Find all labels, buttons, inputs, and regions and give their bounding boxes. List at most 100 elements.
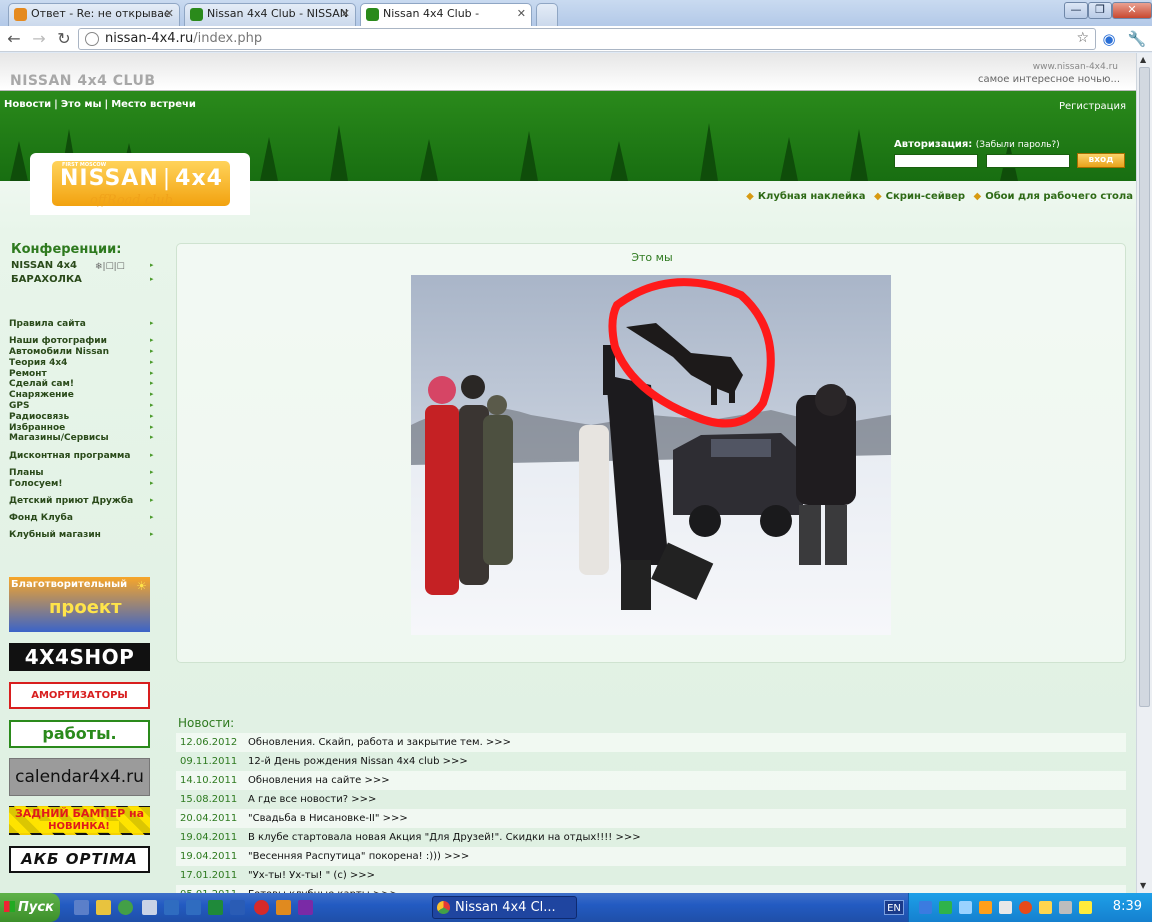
language-indicator[interactable]: EN [884, 900, 904, 915]
close-button[interactable]: ✕ [1112, 2, 1152, 19]
arrow-right-icon: ▸ [150, 390, 154, 398]
sidebar-item-plans[interactable]: Планы [9, 468, 44, 478]
news-item[interactable]: 15.08.2011 А где все новости? >>> [176, 790, 1126, 809]
quicklink-sticker[interactable]: ◆ Клубная наклейка [746, 191, 865, 202]
extension-eye-icon[interactable]: ◉ [1099, 29, 1119, 49]
word-icon[interactable] [230, 900, 245, 915]
nav-news[interactable]: Новости [4, 99, 51, 110]
tab-close-icon[interactable]: ✕ [517, 7, 526, 20]
club-photo[interactable] [411, 275, 891, 635]
tab-title: Nissan 4x4 Club - NISSAN [207, 7, 349, 20]
sidebar-item-vote[interactable]: Голосуем! [9, 479, 62, 489]
sidebar-item-radio[interactable]: Радиосвязь [9, 412, 69, 422]
tab-reply[interactable]: Ответ - Re: не открывае ✕ [8, 3, 180, 26]
vertical-scrollbar[interactable]: ▲ ▼ [1136, 53, 1152, 893]
chrome-icon[interactable] [118, 900, 133, 915]
sidebar-item-repair[interactable]: Ремонт [9, 369, 47, 379]
tray-icon[interactable] [1039, 901, 1052, 914]
sidebar-item-orphanage[interactable]: Детский приют Дружба [9, 496, 133, 506]
nav-about[interactable]: Это мы [61, 99, 102, 110]
conference-baraholka[interactable]: БАРАХОЛКА [11, 274, 82, 285]
opera-icon[interactable] [254, 900, 269, 915]
sidebar-item-favorites[interactable]: Избранное [9, 423, 65, 433]
shock-absorbers-banner[interactable]: АМОРТИЗАТОРЫ [9, 682, 150, 709]
register-link[interactable]: Регистрация [1059, 101, 1126, 112]
optima-banner[interactable]: АКБ OPTIMA [9, 846, 150, 873]
site-url: www.nissan-4x4.ru [1032, 62, 1118, 72]
shop-banner[interactable]: 4X4SHOP [9, 643, 150, 671]
tray-icon[interactable] [959, 901, 972, 914]
news-item[interactable]: 05.01.2011 Готовы клубные карты >>> [176, 885, 1126, 893]
tray-icon[interactable] [919, 901, 932, 914]
conference-nissan-4x4[interactable]: NISSAN 4x4 [11, 260, 77, 271]
calendar-banner[interactable]: calendar4x4.ru [9, 758, 150, 796]
news-item[interactable]: 19.04.2011 "Весенняя Распутица" покорена!… [176, 847, 1126, 866]
tab-close-icon[interactable]: ✕ [341, 7, 350, 20]
folder-icon[interactable] [96, 900, 111, 915]
tray-icon[interactable] [999, 901, 1012, 914]
wrench-icon[interactable]: 🔧 [1127, 29, 1147, 49]
forum-tool-icons[interactable]: ❄|☐|☐ [95, 262, 125, 272]
scroll-up-icon[interactable]: ▲ [1140, 55, 1146, 64]
forward-arrow-icon[interactable]: → [29, 29, 49, 49]
scroll-down-icon[interactable]: ▼ [1140, 881, 1146, 890]
save-icon[interactable] [298, 900, 313, 915]
tab-close-icon[interactable]: ✕ [165, 7, 174, 20]
news-item[interactable]: 12.06.2012 Обновления. Скайп, работа и за… [176, 733, 1126, 752]
bookmark-star-icon[interactable]: ☆ [1076, 30, 1089, 46]
minimize-button[interactable]: — [1064, 2, 1088, 19]
news-item[interactable]: 14.10.2011 Обновления на сайте >>> [176, 771, 1126, 790]
sidebar-item-shop[interactable]: Клубный магазин [9, 530, 101, 540]
news-item[interactable]: 19.04.2011 В клубе стартовала новая Акция… [176, 828, 1126, 847]
sidebar-item-equipment[interactable]: Снаряжение [9, 390, 74, 400]
news-item[interactable]: 20.04.2011 "Свадьба в Нисановке-II" >>> [176, 809, 1126, 828]
tray-icon[interactable] [1019, 901, 1032, 914]
sidebar-item-shops[interactable]: Магазины/Сервисы [9, 433, 109, 443]
charity-banner[interactable]: Благотворительный ☀ проект [9, 577, 150, 632]
main-content-box: Это мы [176, 243, 1126, 663]
nav-meeting-place[interactable]: Место встречи [111, 99, 196, 110]
sidebar-item-theory[interactable]: Теория 4x4 [9, 358, 67, 368]
sidebar-item-gps[interactable]: GPS [9, 401, 29, 411]
app-icon[interactable] [186, 900, 201, 915]
sidebar-item-nissan-cars[interactable]: Автомобили Nissan [9, 347, 109, 357]
sidebar-item-photos[interactable]: Наши фотографии [9, 336, 107, 346]
app-icon[interactable] [164, 900, 179, 915]
forgot-password-link[interactable]: (Забыли пароль?) [976, 140, 1060, 150]
news-item[interactable]: 17.01.2011 "Ух-ты! Ух-ты! " (с) >>> [176, 866, 1126, 885]
maximize-button[interactable]: ❐ [1088, 2, 1112, 19]
sidebar-item-diy[interactable]: Сделай сам! [9, 379, 74, 389]
excel-icon[interactable] [208, 900, 223, 915]
windows-taskbar: Пуск Nissan 4x4 Cl... EN 8:39 [0, 893, 1152, 922]
tab-nissan-club[interactable]: Nissan 4x4 Club - NISSAN ✕ [184, 3, 356, 26]
volume-icon[interactable] [1059, 901, 1072, 914]
scrollbar-thumb[interactable] [1139, 67, 1150, 707]
login-field[interactable] [894, 154, 978, 168]
bumper-banner[interactable]: ЗАДНИЙ БАМПЕР на У61 НОВИНКА! [9, 806, 150, 835]
sidebar-item-rules[interactable]: Правила сайта [9, 319, 86, 329]
app-icon[interactable] [276, 900, 291, 915]
sidebar-item-discount[interactable]: Дисконтная программа [9, 451, 130, 461]
clock: 8:39 [1112, 899, 1142, 914]
login-button[interactable]: вход [1077, 153, 1125, 168]
tray-icon[interactable] [939, 901, 952, 914]
back-arrow-icon[interactable]: ← [4, 29, 24, 49]
tray-icon[interactable] [1079, 901, 1092, 914]
news-item[interactable]: 09.11.2011 12-й День рождения Nissan 4x4 … [176, 752, 1126, 771]
works-banner[interactable]: работы. [9, 720, 150, 748]
start-button[interactable]: Пуск [0, 893, 60, 922]
quicklink-screensaver[interactable]: ◆ Скрин-сейвер [874, 191, 965, 202]
address-bar[interactable]: nissan-4x4.ru/index.php ☆ [78, 28, 1096, 50]
tab-nissan-club-active[interactable]: Nissan 4x4 Club - ✕ [360, 3, 532, 27]
quicklaunch-icon[interactable] [74, 900, 89, 915]
notepad-icon[interactable] [142, 900, 157, 915]
logo-separator: | [162, 166, 172, 191]
password-field[interactable] [986, 154, 1070, 168]
quicklink-wallpapers[interactable]: ◆ Обои для рабочего стола [974, 191, 1134, 202]
sidebar-item-fund[interactable]: Фонд Клуба [9, 513, 73, 523]
new-tab-button[interactable] [536, 3, 558, 26]
taskbar-chrome-window[interactable]: Nissan 4x4 Cl... [432, 896, 577, 919]
tray-icon[interactable] [979, 901, 992, 914]
news-date: 19.04.2011 [180, 832, 238, 843]
reload-icon[interactable]: ↻ [54, 29, 74, 49]
